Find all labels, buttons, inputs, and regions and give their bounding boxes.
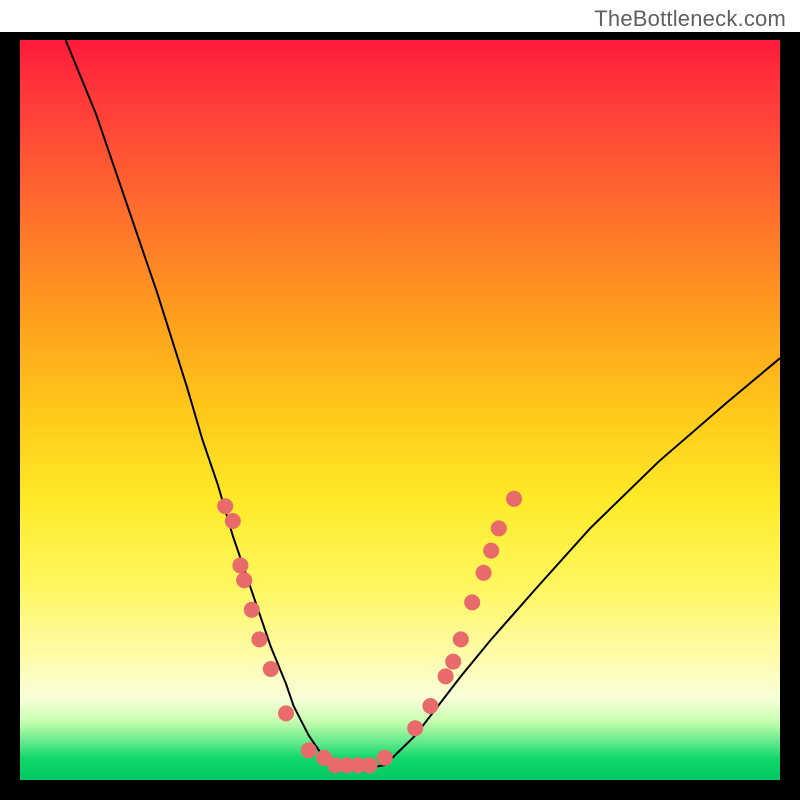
data-point: [422, 698, 438, 714]
data-point: [362, 757, 378, 773]
data-point: [263, 661, 279, 677]
data-point: [464, 594, 480, 610]
data-point: [377, 750, 393, 766]
data-point: [244, 602, 260, 618]
data-point: [278, 705, 294, 721]
watermark-text: TheBottleneck.com: [594, 6, 786, 32]
data-point: [445, 654, 461, 670]
chart-svg: [20, 40, 780, 780]
data-point: [476, 565, 492, 581]
data-point: [438, 668, 454, 684]
data-points: [217, 491, 522, 773]
data-point: [301, 742, 317, 758]
plot-frame: [0, 32, 800, 800]
bottleneck-curve: [66, 40, 780, 769]
chart-container: TheBottleneck.com: [0, 0, 800, 800]
data-point: [491, 520, 507, 536]
data-point: [236, 572, 252, 588]
data-point: [232, 557, 248, 573]
data-point: [483, 543, 499, 559]
data-point: [217, 498, 233, 514]
data-point: [225, 513, 241, 529]
plot-area: [20, 40, 780, 780]
data-point: [251, 631, 267, 647]
data-point: [453, 631, 469, 647]
data-point: [407, 720, 423, 736]
data-point: [506, 491, 522, 507]
